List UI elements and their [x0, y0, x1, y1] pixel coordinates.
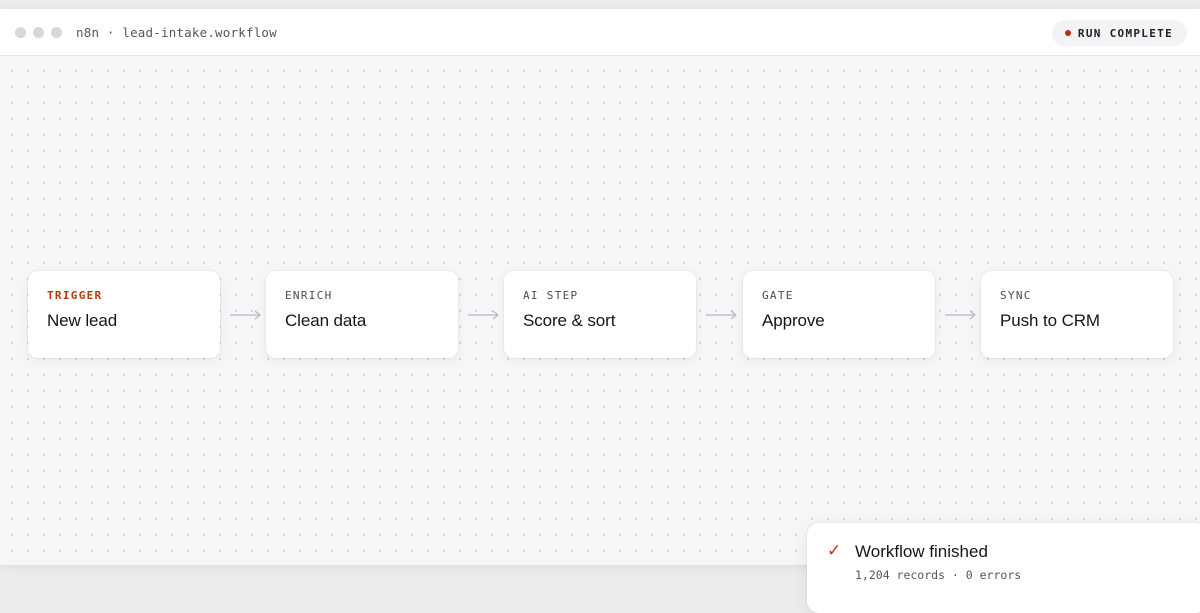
node-gate[interactable]: GATE Approve	[743, 271, 935, 358]
node-title: Push to CRM	[1000, 311, 1100, 330]
arrow-right-icon	[230, 310, 261, 320]
node-ai-step[interactable]: AI STEP Score & sort	[504, 271, 696, 358]
title-bar: n8n · lead-intake.workflow RUN COMPLETE	[0, 9, 1200, 56]
run-status-badge: RUN COMPLETE	[1051, 20, 1187, 46]
window-title: n8n · lead-intake.workflow	[76, 25, 277, 40]
node-sync[interactable]: SYNC Push to CRM	[981, 271, 1173, 358]
node-title: New lead	[47, 311, 118, 330]
node-trigger[interactable]: TRIGGER New lead	[28, 271, 220, 358]
window-close-dot[interactable]	[15, 27, 26, 38]
workflow-window: n8n · lead-intake.workflow RUN COMPLETE …	[0, 9, 1200, 565]
window-maximize-dot[interactable]	[51, 27, 62, 38]
node-title: Approve	[762, 311, 825, 330]
toast-subtitle: 1,204 records · 0 errors	[855, 568, 1022, 582]
arrow-right-icon	[945, 310, 976, 320]
window-minimize-dot[interactable]	[33, 27, 44, 38]
node-title: Clean data	[285, 311, 367, 330]
node-title: Score & sort	[523, 311, 616, 330]
node-tag: GATE	[762, 289, 794, 302]
node-enrich[interactable]: ENRICH Clean data	[266, 271, 458, 358]
status-dot-icon	[1064, 30, 1071, 36]
run-status-text: RUN COMPLETE	[1077, 26, 1173, 40]
toast-title: Workflow finished	[855, 542, 988, 561]
arrow-right-icon	[706, 310, 737, 320]
node-tag: ENRICH	[285, 289, 333, 302]
node-tag: TRIGGER	[47, 289, 103, 302]
check-icon: ✓	[827, 541, 842, 561]
arrow-right-icon	[468, 310, 499, 320]
node-tag: SYNC	[1000, 289, 1032, 302]
node-tag: AI STEP	[523, 289, 579, 302]
